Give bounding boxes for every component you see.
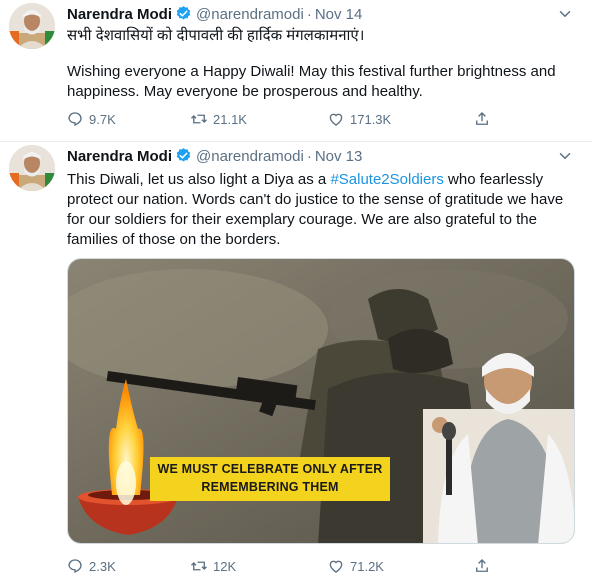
like-icon	[329, 113, 343, 126]
avatar[interactable]	[9, 145, 55, 191]
author-handle[interactable]: @narendramodi	[196, 148, 304, 165]
reply-count: 2.3K	[89, 558, 116, 574]
tweet[interactable]: Narendra Modi @narendramodi · Nov 14 सभी दे…	[0, 0, 592, 142]
reply-button[interactable]: 9.7K	[60, 107, 116, 131]
author-name[interactable]: Narendra Modi	[67, 148, 172, 165]
share-button[interactable]	[467, 554, 496, 578]
tweet-text: This Diwali, let us also light a Diya as…	[67, 170, 572, 250]
caret-down-icon[interactable]	[556, 5, 578, 21]
tweet-text-part: This Diwali, let us also light a Diya as…	[67, 171, 331, 188]
author-name[interactable]: Narendra Modi	[67, 6, 172, 23]
tweet-header: Narendra Modi @narendramodi · Nov 13	[67, 146, 552, 168]
retweet-button[interactable]: 21.1K	[184, 107, 247, 131]
tweet-date[interactable]: Nov 13	[315, 148, 363, 165]
banner-line: WE MUST CELEBRATE ONLY AFTER	[157, 462, 383, 476]
tweet-text: Wishing everyone a Happy Diwali! May thi…	[67, 63, 556, 100]
caret-down-icon[interactable]	[556, 147, 578, 163]
tweet-actions: 2.3K 12K 71.2K	[60, 554, 520, 578]
like-button[interactable]: 171.3K	[321, 107, 391, 131]
tweet[interactable]: Narendra Modi @narendramodi · Nov 13 This D…	[0, 142, 592, 585]
reply-count: 9.7K	[89, 111, 116, 127]
verified-badge-icon	[176, 6, 191, 20]
tweet-header: Narendra Modi @narendramodi · Nov 14	[67, 4, 552, 26]
tweet-media-image[interactable]: WE MUST CELEBRATE ONLY AFTER REMEMBERING…	[67, 258, 575, 544]
verified-badge-icon	[176, 148, 191, 162]
like-count: 171.3K	[350, 111, 392, 127]
tweet-date[interactable]: Nov 14	[315, 6, 363, 23]
share-icon	[476, 112, 488, 125]
retweet-icon	[191, 561, 207, 571]
author-handle[interactable]: @narendramodi	[196, 6, 304, 23]
separator-dot: ·	[306, 6, 312, 23]
share-icon	[476, 559, 488, 572]
banner-line: REMEMBERING THEM	[201, 480, 339, 494]
like-icon	[329, 560, 343, 573]
like-button[interactable]: 71.2K	[321, 554, 384, 578]
tweet-text-hindi: सभी देशवासियों को दीपावली की हार्दिक मंग…	[67, 27, 365, 44]
media-caption-banner: WE MUST CELEBRATE ONLY AFTER REMEMBERING…	[150, 457, 390, 501]
tweet-actions: 9.7K 21.1K 171.3K	[60, 107, 520, 131]
retweet-count: 21.1K	[213, 111, 247, 127]
avatar[interactable]	[9, 3, 55, 49]
retweet-icon	[191, 114, 207, 124]
retweet-button[interactable]: 12K	[184, 554, 236, 578]
hashtag-link[interactable]: #Salute2Soldiers	[330, 171, 443, 188]
reply-icon	[68, 559, 82, 574]
reply-button[interactable]: 2.3K	[60, 554, 116, 578]
share-button[interactable]	[467, 107, 496, 131]
like-count: 71.2K	[350, 558, 384, 574]
reply-icon	[68, 112, 82, 127]
separator-dot: ·	[306, 148, 312, 165]
retweet-count: 12K	[213, 558, 237, 574]
soldiers-diwali-illustration	[68, 259, 574, 543]
